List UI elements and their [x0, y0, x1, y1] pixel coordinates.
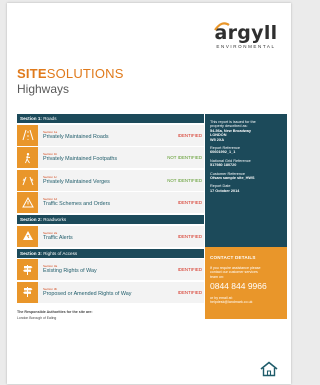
status-badge: IDENTIFIED [177, 200, 202, 205]
product-title: SITESOLUTIONS [17, 67, 124, 81]
item-title: Privately Maintained Verges [43, 178, 110, 185]
road-icon [17, 124, 38, 146]
status-badge: NOT IDENTIFIED [167, 155, 202, 160]
section-name: Roads [43, 116, 57, 121]
contact-phone[interactable]: 0844 844 9966 [210, 281, 287, 291]
status-badge: NOT IDENTIFIED [167, 177, 202, 183]
report-info-box: This report is issued for the property d… [205, 114, 287, 247]
status-badge: IDENTIFIED [177, 132, 202, 138]
side-panel: This report is issued for the property d… [205, 114, 287, 319]
item-title: Privately Maintained Footpaths [43, 156, 118, 162]
item-title: Proposed or Amended Rights of Way [43, 290, 132, 297]
verge-icon [17, 169, 38, 191]
item-privately-maintained-footpaths[interactable]: Section 1b Privately Maintained Footpath… [17, 147, 204, 168]
status-badge: IDENTIFIED [177, 267, 202, 272]
report-date-value: 17 October 2014 [210, 188, 240, 193]
contact-email[interactable]: helpdesk@landmark.co.uk [210, 300, 287, 304]
item-proposed-or-amended-rights-of-way[interactable]: Section 3b Proposed or Amended Rights of… [17, 281, 204, 303]
roadworks-icon [17, 225, 38, 247]
report-page: argyll ENVIRONMENTAL SITESOLUTIONS Highw… [7, 3, 291, 384]
item-title: Privately Maintained Roads [43, 133, 109, 140]
contact-title: CONTACT DETAILS [210, 255, 256, 260]
item-existing-rights-of-way[interactable]: Section 3a Existing Rights of Way IDENTI… [17, 259, 204, 280]
status-badge: IDENTIFIED [177, 289, 202, 295]
section-header-roads: Section 1: Roads [17, 114, 204, 123]
logo-subtitle: ENVIRONMENTAL [216, 44, 276, 49]
section-name: Rights of Access [43, 250, 78, 256]
item-title: Traffic Alerts [43, 234, 73, 241]
section-prefix: Section 2: [20, 217, 42, 222]
item-title: Traffic Schemes and Orders [43, 201, 111, 207]
argyll-logo: argyll ENVIRONMENTAL [210, 22, 282, 49]
footpath-icon [17, 147, 38, 168]
product-subtitle: Highways [17, 82, 70, 96]
sections-panel: Section 1: Roads Section 1a Privately Ma… [17, 114, 204, 303]
item-privately-maintained-roads[interactable]: Section 1a Privately Maintained Roads ID… [17, 124, 204, 146]
contact-text: team on: [210, 274, 224, 279]
item-traffic-alerts[interactable]: Section 2a Traffic Alerts IDENTIFIED [17, 225, 204, 247]
authority-title: The Responsible Authorities for the site… [17, 310, 93, 314]
section-name: Roadworks [43, 217, 67, 222]
signpost-icon [17, 281, 38, 303]
contact-box: CONTACT DETAILS If you require assistanc… [205, 247, 287, 319]
section-header-rights-of-access: Section 3: Rights of Access [17, 248, 204, 258]
title-bold: SITE [17, 66, 47, 81]
authority-value: London Borough of Ealing [17, 316, 57, 320]
signpost-icon [17, 259, 38, 280]
status-badge: IDENTIFIED [177, 233, 202, 239]
section-prefix: Section 3: [20, 250, 42, 256]
logo-swoosh-icon [214, 22, 230, 31]
item-privately-maintained-verges[interactable]: Section 1c Privately Maintained Verges N… [17, 169, 204, 191]
section-prefix: Section 1: [20, 116, 42, 121]
section-header-roadworks: Section 2: Roadworks [17, 215, 204, 224]
item-traffic-schemes-and-orders[interactable]: Section 1d Traffic Schemes and Orders ID… [17, 192, 204, 213]
home-icon [259, 361, 279, 382]
traffic-scheme-icon [17, 192, 38, 213]
title-rest: SOLUTIONS [46, 66, 124, 81]
item-title: Existing Rights of Way [43, 268, 97, 274]
